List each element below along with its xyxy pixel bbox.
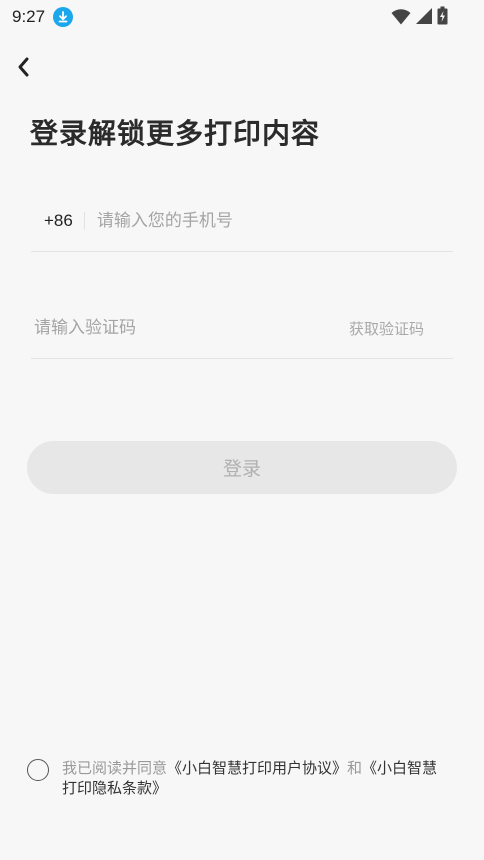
wifi-icon <box>391 8 411 24</box>
status-icons <box>391 6 448 25</box>
status-bar: 9:27 <box>0 0 484 34</box>
battery-charging-icon <box>437 6 448 25</box>
agreement-conjunction: 和 <box>347 759 363 777</box>
verification-code-input[interactable] <box>31 318 331 338</box>
agreement-checkbox[interactable] <box>27 759 49 781</box>
phone-input[interactable] <box>96 210 417 231</box>
chevron-left-icon <box>18 57 29 77</box>
agreement-row: 我已阅读并同意《小白智慧打印用户协议》和《小白智慧打印隐私条款》 <box>27 758 457 798</box>
country-code[interactable]: +86 <box>31 211 84 231</box>
download-icon <box>53 7 74 27</box>
user-agreement-link[interactable]: 《小白智慧打印用户协议》 <box>167 759 347 777</box>
get-code-button[interactable]: 获取验证码 <box>349 318 424 339</box>
agreement-prefix: 我已阅读并同意 <box>62 759 168 777</box>
signal-icon <box>416 7 432 24</box>
agreement-text: 我已阅读并同意《小白智慧打印用户协议》和《小白智慧打印隐私条款》 <box>62 758 452 798</box>
login-button[interactable]: 登录 <box>27 441 457 494</box>
phone-field-row: +86 <box>31 190 453 252</box>
page-title: 登录解锁更多打印内容 <box>30 117 321 150</box>
back-button[interactable] <box>10 54 36 80</box>
verification-field-row: 获取验证码 <box>31 298 453 359</box>
divider <box>83 211 85 230</box>
status-time: 9:27 <box>12 7 46 26</box>
